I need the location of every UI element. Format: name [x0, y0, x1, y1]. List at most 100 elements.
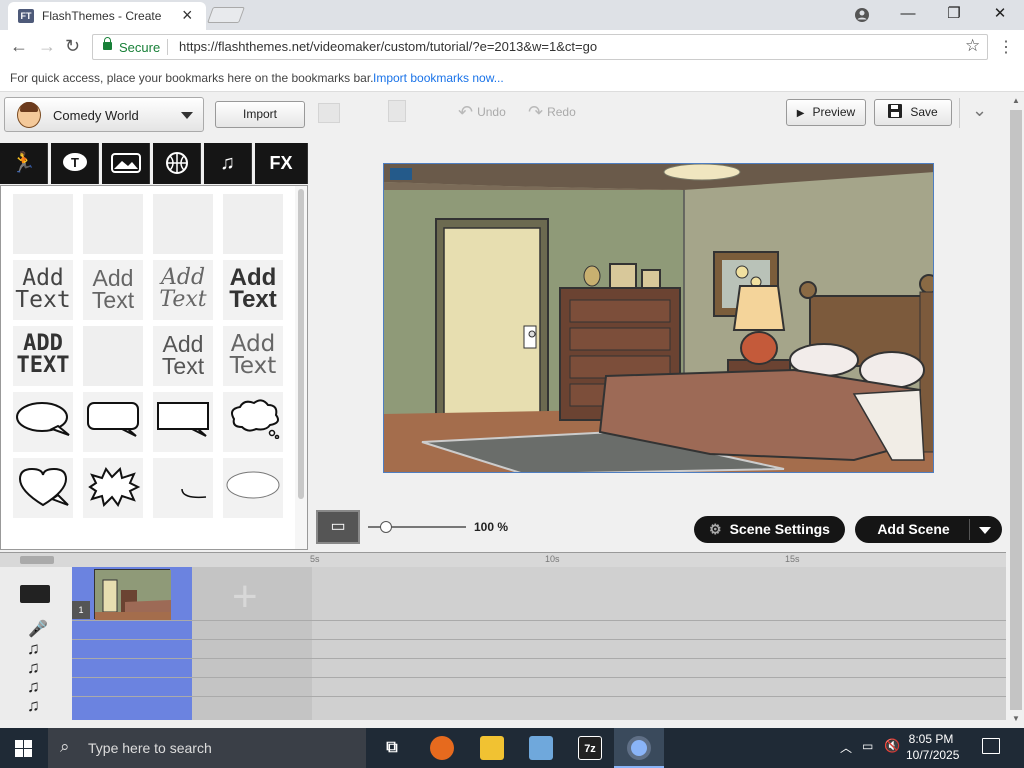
page-scrollbar[interactable]: ▲ ▼: [1008, 92, 1024, 728]
firefox-icon[interactable]: [430, 736, 454, 760]
tab-close-icon[interactable]: ×: [182, 5, 193, 26]
library-item[interactable]: [83, 194, 143, 254]
zoom-slider-handle[interactable]: [380, 521, 392, 533]
redo-button[interactable]: ↷ Redo: [528, 102, 576, 123]
minimize-icon[interactable]: —: [888, 3, 928, 27]
library-item[interactable]: [13, 194, 73, 254]
address-bar[interactable]: Secure https://flashthemes.net/videomake…: [92, 34, 988, 60]
browser-toolbar: ← → ↻ Secure https://flashthemes.net/vid…: [0, 30, 1024, 64]
music-track-icon: ♫: [27, 639, 40, 658]
library-item[interactable]: [153, 194, 213, 254]
add-scene-dropdown-icon[interactable]: [979, 527, 991, 534]
tab-fx[interactable]: FX: [255, 143, 308, 184]
back-arrow-icon[interactable]: ←: [10, 36, 28, 57]
music-track-icon: ♫: [27, 696, 40, 715]
tab-text[interactable]: T: [51, 143, 99, 184]
fx-label: FX: [269, 153, 293, 173]
scene-stage[interactable]: [383, 163, 934, 473]
chevron-down-icon[interactable]: ⌄: [972, 100, 987, 121]
music-track-icon: ♫: [27, 658, 40, 677]
ruler-handle-icon[interactable]: [20, 556, 54, 564]
undo-icon: ↶: [458, 102, 474, 122]
thought-bubble-item[interactable]: [223, 392, 283, 452]
browser-tab[interactable]: FT FlashThemes - Create ×: [8, 2, 206, 30]
tab-props[interactable]: [153, 143, 201, 184]
windows-start-icon[interactable]: [15, 740, 32, 760]
close-window-icon[interactable]: ✕: [980, 3, 1020, 27]
undo-button[interactable]: ↶ Undo: [458, 102, 506, 123]
save-button[interactable]: Save: [874, 99, 952, 126]
chevron-down-icon: [181, 112, 193, 119]
speech-bubble-item[interactable]: [13, 392, 73, 452]
scene-number: 1: [72, 601, 90, 619]
preview-button[interactable]: ▶ Preview: [786, 99, 866, 126]
text-item[interactable]: Add Text: [13, 260, 73, 320]
page-scroll-thumb[interactable]: [1010, 110, 1022, 710]
library-scroll-thumb[interactable]: [298, 189, 304, 499]
text-item[interactable]: Add Text: [153, 326, 213, 386]
speech-bubble-item[interactable]: [83, 392, 143, 452]
speech-bubble-item[interactable]: [153, 392, 213, 452]
restore-icon[interactable]: ❐: [934, 3, 974, 27]
library-scrollbar[interactable]: [295, 186, 307, 549]
theme-selector[interactable]: Comedy World: [4, 97, 204, 132]
basketball-icon: [165, 152, 188, 174]
bookmark-star-icon[interactable]: ☆: [965, 36, 980, 56]
notifications-icon[interactable]: [982, 738, 1000, 754]
new-tab-button[interactable]: [207, 7, 245, 23]
kebab-menu-icon[interactable]: ⋮: [998, 37, 1014, 57]
library-item[interactable]: [223, 194, 283, 254]
chrome-taskbar-item[interactable]: [614, 728, 664, 768]
plus-icon: +: [232, 572, 258, 621]
profile-icon[interactable]: [842, 3, 882, 27]
network-icon[interactable]: ▭: [862, 739, 873, 753]
timeline-ruler[interactable]: 5s 10s 15s: [0, 552, 1006, 567]
task-view-icon[interactable]: ⧉: [380, 736, 404, 760]
text-item[interactable]: Add Text: [153, 260, 213, 320]
shout-bubble-item[interactable]: [83, 458, 143, 518]
import-button[interactable]: Import: [215, 101, 305, 128]
lock-icon: [103, 37, 112, 50]
toolbar-divider: [959, 98, 960, 128]
chevron-up-icon[interactable]: ︿: [840, 739, 852, 756]
reload-icon[interactable]: ↻: [65, 36, 80, 57]
copy-icon[interactable]: [318, 103, 340, 123]
theme-avatar-icon: [17, 102, 41, 128]
add-scene-slot[interactable]: +: [192, 567, 312, 720]
paste-icon[interactable]: [388, 100, 406, 122]
7zip-icon[interactable]: 7z: [578, 736, 602, 760]
import-bookmarks-link[interactable]: Import bookmarks now...: [373, 71, 504, 85]
curve-line-item[interactable]: [153, 458, 213, 518]
scroll-up-icon[interactable]: ▲: [1012, 96, 1020, 105]
volume-muted-icon[interactable]: 🔇: [884, 738, 900, 754]
scene-thumbnail[interactable]: [94, 569, 171, 620]
taskbar-search[interactable]: ⌕ Type here to search: [48, 728, 366, 768]
forward-arrow-icon[interactable]: →: [38, 36, 56, 57]
scene-settings-button[interactable]: ⚙ Scene Settings: [694, 516, 845, 543]
address-divider: [167, 39, 168, 55]
redo-icon: ↷: [528, 102, 544, 122]
text-item[interactable]: ADD TEXT: [13, 326, 73, 386]
url-text[interactable]: https://flashthemes.net/videomaker/custo…: [179, 39, 597, 54]
tab-backgrounds[interactable]: [102, 143, 150, 184]
heart-bubble-item[interactable]: [13, 458, 73, 518]
scroll-down-icon[interactable]: ▼: [1012, 714, 1020, 723]
track-divider: [72, 677, 1006, 678]
system-clock[interactable]: 8:05 PM 10/7/2025: [906, 731, 959, 763]
app-icon[interactable]: [529, 736, 553, 760]
microphone-icon: 🎤: [28, 621, 48, 638]
search-icon: ⌕: [60, 737, 70, 756]
text-item[interactable]: Add Text: [223, 260, 283, 320]
tab-music[interactable]: ♫: [204, 143, 252, 184]
file-explorer-icon[interactable]: [480, 736, 504, 760]
oval-bubble-item[interactable]: [223, 458, 283, 518]
track-icons: 🎤 ♫ ♫ ♫ ♫: [0, 567, 72, 720]
camera-view-icon[interactable]: ▭: [316, 510, 360, 544]
text-item[interactable]: Add Text: [223, 326, 283, 386]
selected-scene-column[interactable]: 1: [72, 567, 192, 720]
library-item[interactable]: [83, 326, 143, 386]
flashthemes-favicon-icon: FT: [18, 9, 34, 23]
text-item[interactable]: Add Text: [83, 260, 143, 320]
speech-bubble-icon: T: [62, 153, 87, 171]
tab-characters[interactable]: 🏃: [0, 143, 48, 184]
